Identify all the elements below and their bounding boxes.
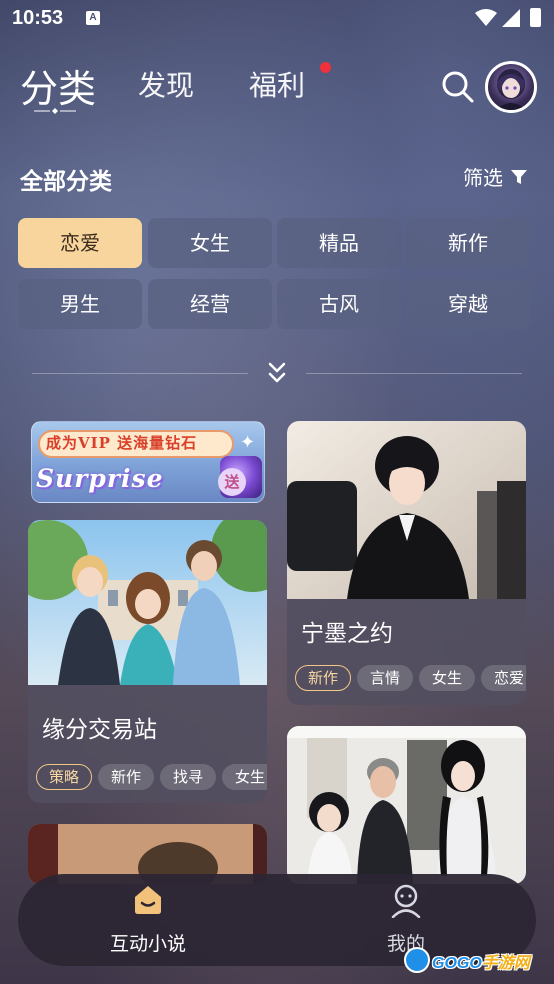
avatar-portrait-icon bbox=[496, 69, 526, 110]
search-icon[interactable] bbox=[441, 70, 475, 104]
novel-title: 缘分交易站 bbox=[42, 717, 157, 743]
banner-badge: 送 bbox=[218, 468, 246, 496]
bottom-nav-label: 互动小说 bbox=[109, 933, 186, 955]
novel-tags: 策略 新作 找寻 女生 bbox=[36, 764, 267, 790]
novel-tag: 言情 bbox=[357, 665, 414, 691]
status-bar: 10:53 A bbox=[0, 0, 554, 36]
divider bbox=[32, 373, 248, 374]
home-icon bbox=[135, 886, 161, 914]
banner-headline: 成为VIP 送海量钻石 bbox=[46, 434, 198, 452]
novel-tag: 恋爱 bbox=[481, 665, 526, 691]
expand-chevron-icon[interactable] bbox=[267, 362, 287, 384]
novel-tag: 策略 bbox=[36, 764, 93, 790]
novel-cover bbox=[28, 520, 267, 685]
category-chip[interactable]: 古风 bbox=[277, 279, 401, 329]
novel-card[interactable]: 缘分交易站 策略 新作 找寻 女生 bbox=[28, 520, 267, 803]
novel-tag: 女生 bbox=[222, 764, 267, 790]
divider bbox=[306, 373, 522, 374]
tab-discover[interactable]: 发现 bbox=[138, 64, 194, 104]
cover-art-icon bbox=[287, 726, 526, 884]
avatar[interactable] bbox=[485, 61, 537, 113]
category-chip[interactable]: 精品 bbox=[277, 218, 401, 268]
battery-icon bbox=[530, 8, 541, 27]
category-chip[interactable]: 女生 bbox=[148, 218, 272, 268]
notification-icon: A bbox=[86, 11, 100, 25]
status-time: 10:53 bbox=[12, 7, 64, 29]
signal-icon bbox=[502, 9, 520, 27]
tab-welfare[interactable]: 福利 bbox=[249, 64, 305, 104]
wifi-icon bbox=[475, 9, 497, 26]
category-chip[interactable]: 男生 bbox=[18, 279, 142, 329]
filter-button[interactable]: 筛选 bbox=[463, 162, 527, 191]
novel-card[interactable]: 宁墨之约 新作 言情 女生 恋爱 bbox=[287, 421, 526, 705]
profile-icon bbox=[391, 884, 421, 918]
novel-card[interactable] bbox=[287, 726, 526, 884]
banner-tagline: Surprise bbox=[36, 464, 164, 493]
category-chip[interactable]: 新作 bbox=[406, 218, 530, 268]
novel-cover bbox=[287, 421, 526, 599]
novel-tag: 女生 bbox=[419, 665, 476, 691]
novel-title: 宁墨之约 bbox=[301, 621, 393, 647]
sparkle-icon: ✦ bbox=[240, 432, 256, 453]
novel-tag: 新作 bbox=[295, 665, 352, 691]
category-chip[interactable]: 经营 bbox=[148, 279, 272, 329]
bottom-nav-stories[interactable]: 互动小说 bbox=[68, 874, 228, 966]
novel-tag: 新作 bbox=[98, 764, 155, 790]
cover-art-icon bbox=[287, 421, 526, 599]
category-chip[interactable]: 恋爱 bbox=[18, 218, 142, 268]
novel-tags: 新作 言情 女生 恋爱 bbox=[295, 665, 526, 691]
filter-label: 筛选 bbox=[463, 166, 503, 190]
vip-banner[interactable]: 成为VIP 送海量钻石 ✦ Surprise 送 bbox=[31, 421, 265, 503]
welfare-notification-dot bbox=[320, 62, 331, 73]
cover-art-icon bbox=[28, 520, 267, 685]
watermark-text: GOGO手游网 bbox=[432, 955, 530, 972]
watermark-circle-icon bbox=[404, 947, 430, 973]
watermark-logo: GOGO手游网 bbox=[404, 947, 530, 973]
category-chip[interactable]: 穿越 bbox=[406, 279, 530, 329]
novel-tag: 找寻 bbox=[160, 764, 217, 790]
tab-category[interactable]: 分类 bbox=[20, 58, 96, 113]
section-title: 全部分类 bbox=[20, 169, 112, 195]
funnel-icon bbox=[511, 169, 527, 184]
active-tab-indicator bbox=[34, 108, 76, 114]
